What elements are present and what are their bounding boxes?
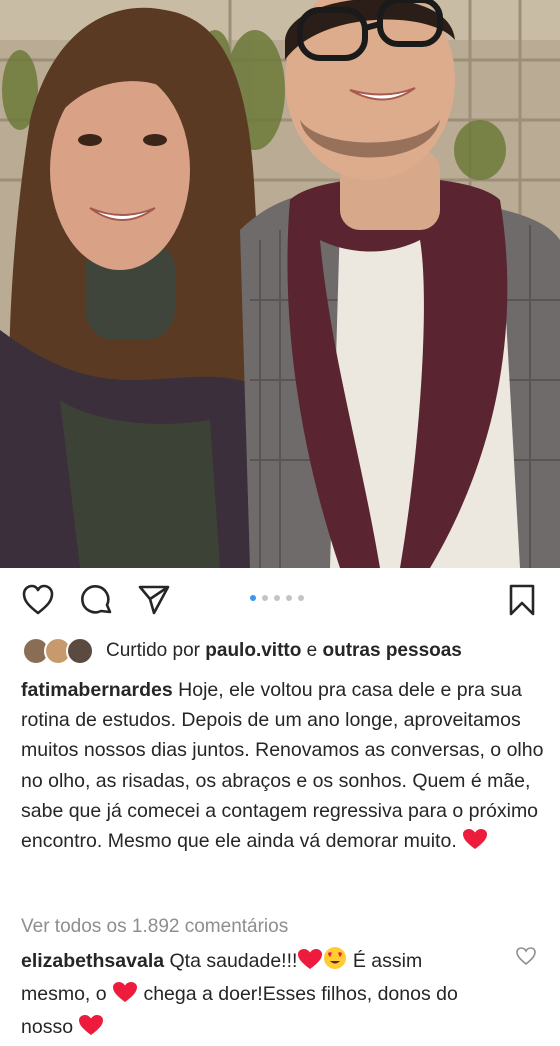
- red-heart-emoji-icon: [78, 1014, 104, 1045]
- liked-by-prefix: Curtido por: [106, 640, 200, 661]
- paper-plane-icon[interactable]: [134, 578, 174, 622]
- comment-text-1: Qta saudade!!!: [169, 950, 298, 972]
- red-heart-emoji-icon: [112, 981, 138, 1012]
- heart-eyes-emoji-icon: [323, 946, 347, 979]
- post-caption: fatimabernardes Hoje, ele voltou pra cas…: [21, 675, 546, 859]
- red-heart-emoji-icon: [462, 828, 488, 859]
- liked-by-others[interactable]: outras pessoas: [322, 640, 461, 662]
- comment-bubble-icon[interactable]: [77, 578, 117, 622]
- liked-by-row[interactable]: Curtido por paulo.vitto e outras pessoas: [22, 636, 550, 666]
- caption-username[interactable]: fatimabernardes: [21, 679, 173, 701]
- liked-by-user[interactable]: paulo.vitto: [205, 640, 301, 662]
- liker-avatars: [22, 637, 94, 665]
- carousel-dot: [298, 595, 304, 601]
- carousel-dot: [250, 595, 256, 601]
- liked-by-joiner: e: [306, 640, 318, 661]
- carousel-dot: [262, 595, 268, 601]
- carousel-indicator: [250, 595, 304, 601]
- comment: elizabethsavala Qta saudade!!! É assim m…: [21, 946, 491, 1046]
- comment-username[interactable]: elizabethsavala: [21, 950, 164, 972]
- bookmark-icon[interactable]: [502, 578, 542, 622]
- comment-like-heart-icon[interactable]: [515, 946, 539, 970]
- carousel-dot: [274, 595, 280, 601]
- carousel-dot: [286, 595, 292, 601]
- post-photo[interactable]: [0, 0, 560, 568]
- red-heart-emoji-icon: [297, 948, 323, 979]
- caption-text: Hoje, ele voltou pra casa dele e pra sua…: [21, 679, 544, 853]
- avatar: [66, 637, 94, 665]
- heart-outline-icon[interactable]: [18, 578, 58, 622]
- view-all-comments-link[interactable]: Ver todos os 1.892 comentários: [21, 916, 288, 938]
